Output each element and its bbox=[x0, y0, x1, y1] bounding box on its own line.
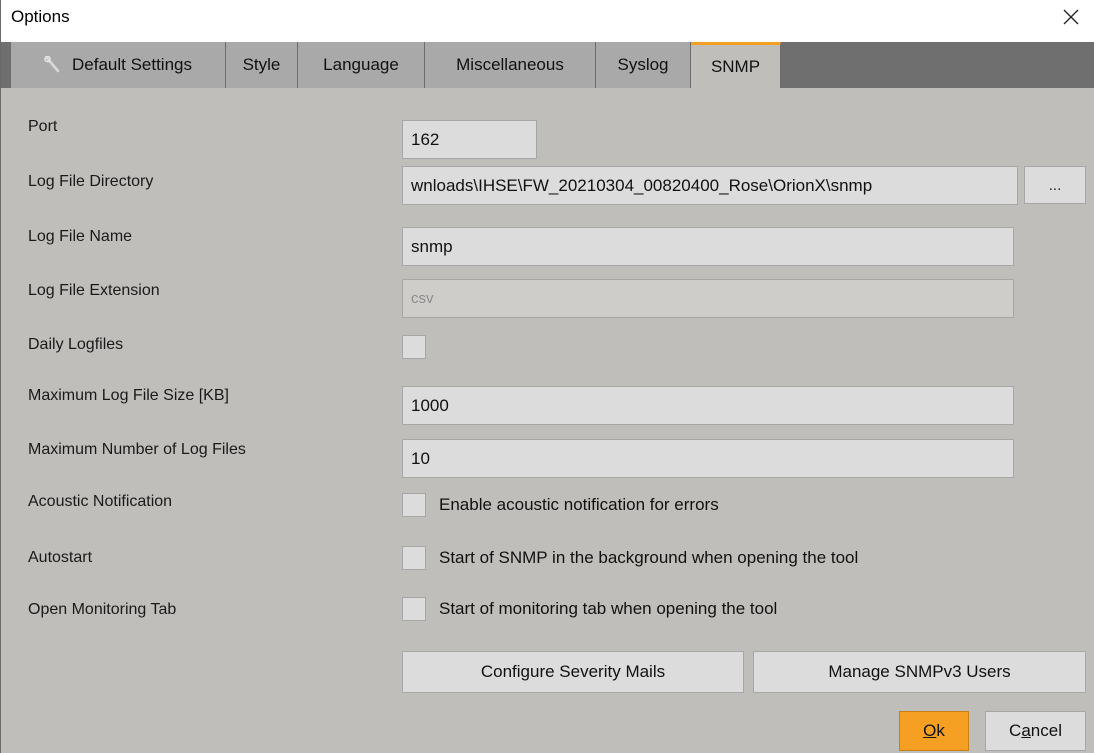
open-monitoring-checkbox[interactable] bbox=[402, 597, 426, 621]
autostart-checkbox[interactable] bbox=[402, 546, 426, 570]
ok-button[interactable]: Ok bbox=[899, 711, 969, 751]
log-directory-field[interactable]: wnloads\IHSE\FW_20210304_00820400_Rose\O… bbox=[402, 166, 1018, 205]
acoustic-notification-text: Enable acoustic notification for errors bbox=[439, 495, 719, 514]
log-name-field[interactable]: snmp bbox=[402, 227, 1014, 266]
tab-label: SNMP bbox=[710, 56, 761, 76]
manage-snmpv3-users-button[interactable]: Manage SNMPv3 Users bbox=[753, 651, 1086, 693]
button-label: Configure Severity Mails bbox=[480, 662, 666, 681]
cancel-label-prefix: C bbox=[1009, 721, 1022, 740]
window-title: Options bbox=[11, 7, 70, 26]
port-field[interactable]: 162 bbox=[402, 120, 537, 159]
button-label: Manage SNMPv3 Users bbox=[828, 662, 1011, 681]
configure-severity-mails-button[interactable]: Configure Severity Mails bbox=[402, 651, 744, 693]
options-dialog: Options Default Settings Style Language … bbox=[0, 0, 1094, 753]
log-extension-label: Log File Extension bbox=[28, 282, 160, 299]
max-files-field[interactable]: 10 bbox=[402, 439, 1014, 478]
tab-label: Default Settings bbox=[71, 55, 192, 74]
port-label: Port bbox=[28, 118, 58, 135]
cancel-mnemonic: a bbox=[1021, 721, 1031, 740]
close-button[interactable] bbox=[1048, 0, 1094, 38]
acoustic-notification-checkbox[interactable] bbox=[402, 493, 426, 517]
tab-label: Language bbox=[323, 55, 399, 74]
autostart-label: Autostart bbox=[28, 549, 93, 566]
title-bar: Options bbox=[1, 0, 1094, 38]
log-name-label: Log File Name bbox=[28, 228, 133, 245]
wrench-icon bbox=[44, 56, 62, 74]
ok-mnemonic: O bbox=[923, 721, 937, 740]
tab-label: Miscellaneous bbox=[456, 55, 564, 74]
tab-bar: Default Settings Style Language Miscella… bbox=[1, 42, 1094, 88]
tab-label: Style bbox=[242, 55, 281, 74]
open-monitoring-text: Start of monitoring tab when opening the… bbox=[439, 599, 778, 618]
max-size-field[interactable]: 1000 bbox=[402, 386, 1014, 425]
acoustic-notification-label: Acoustic Notification bbox=[28, 493, 173, 510]
cancel-button[interactable]: Ca ncel bbox=[985, 711, 1086, 751]
autostart-text: Start of SNMP in the background when ope… bbox=[439, 548, 859, 567]
tab-syslog[interactable]: Syslog bbox=[596, 42, 691, 88]
browse-button[interactable]: ... bbox=[1024, 166, 1086, 204]
open-monitoring-label: Open Monitoring Tab bbox=[28, 601, 177, 618]
tab-style[interactable]: Style bbox=[226, 42, 298, 88]
tab-miscellaneous[interactable]: Miscellaneous bbox=[425, 42, 596, 88]
tab-snmp[interactable]: SNMP bbox=[691, 42, 781, 88]
log-extension-field: csv bbox=[402, 279, 1014, 318]
tab-language[interactable]: Language bbox=[298, 42, 425, 88]
ok-label-rest: k bbox=[936, 721, 945, 740]
snmp-settings-panel: Port 162 Log File Directory wnloads\IHSE… bbox=[1, 88, 1094, 753]
cancel-label-rest: ncel bbox=[1030, 721, 1062, 740]
max-files-label: Maximum Number of Log Files bbox=[28, 441, 246, 458]
close-icon bbox=[1062, 8, 1080, 31]
max-size-label: Maximum Log File Size [KB] bbox=[28, 387, 229, 404]
daily-logfiles-label: Daily Logfiles bbox=[28, 336, 124, 353]
tab-default-settings[interactable]: Default Settings bbox=[11, 42, 226, 88]
daily-logfiles-checkbox[interactable] bbox=[402, 335, 426, 359]
tab-label: Syslog bbox=[617, 55, 669, 74]
log-directory-label: Log File Directory bbox=[28, 173, 154, 190]
